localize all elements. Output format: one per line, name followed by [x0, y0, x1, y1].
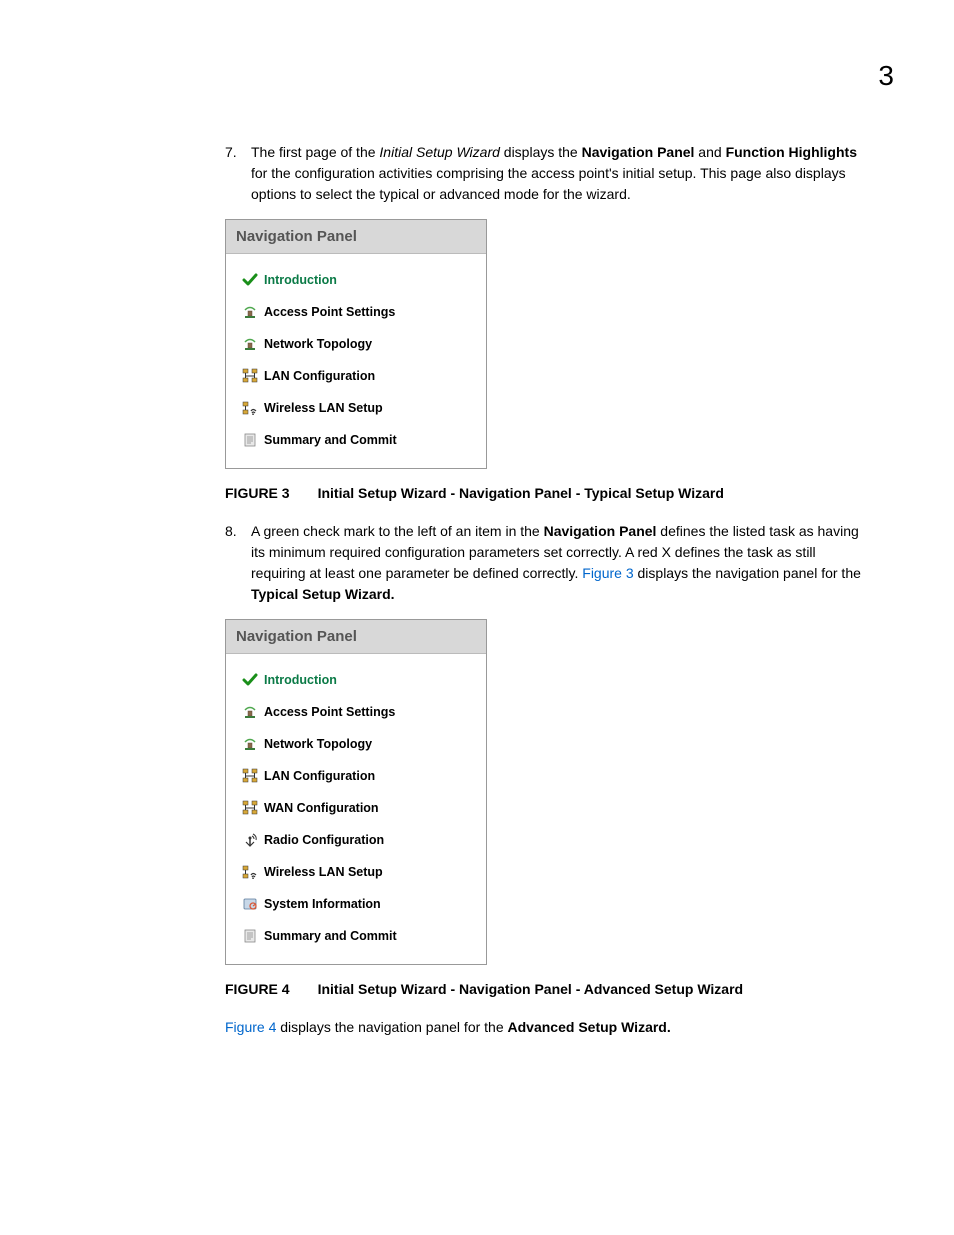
text: displays the navigation panel for the — [634, 565, 861, 581]
nav-item[interactable]: Introduction — [232, 664, 480, 696]
nav-item[interactable]: WAN Configuration — [232, 792, 480, 824]
text: The first page of the — [251, 144, 379, 160]
bold-text: Navigation Panel — [582, 144, 695, 160]
text: for the configuration activities compris… — [251, 165, 846, 202]
panel-header: Navigation Panel — [226, 220, 486, 254]
lan-icon — [238, 368, 262, 384]
figure-label: FIGURE 3 — [225, 485, 290, 501]
step-8: 8. A green check mark to the left of an … — [225, 521, 864, 605]
nav-item-label: Network Topology — [264, 337, 372, 351]
check-icon — [238, 272, 262, 288]
nav-item[interactable]: Access Point Settings — [232, 296, 480, 328]
nav-item[interactable]: Wireless LAN Setup — [232, 392, 480, 424]
navigation-panel-advanced: Navigation Panel Introduction Access Poin… — [225, 619, 487, 965]
ap-icon — [238, 736, 262, 752]
text: A green check mark to the left of an ite… — [251, 523, 544, 539]
nav-item-label: Radio Configuration — [264, 833, 384, 847]
navigation-panel-typical: Navigation Panel Introduction Access Poin… — [225, 219, 487, 469]
nav-item-label: Access Point Settings — [264, 305, 395, 319]
nav-item[interactable]: Network Topology — [232, 728, 480, 760]
lan-icon — [238, 768, 262, 784]
nav-item-label: Wireless LAN Setup — [264, 401, 383, 415]
nav-item[interactable]: Wireless LAN Setup — [232, 856, 480, 888]
step-text: The first page of the Initial Setup Wiza… — [251, 142, 864, 205]
italic-text: Initial Setup Wizard — [379, 144, 499, 160]
step-number: 7. — [225, 142, 251, 205]
panel-header: Navigation Panel — [226, 620, 486, 654]
nav-item[interactable]: LAN Configuration — [232, 760, 480, 792]
nav-item-label: Summary and Commit — [264, 433, 397, 447]
figure-4-caption: FIGURE 4 Initial Setup Wizard - Navigatio… — [225, 981, 864, 997]
bold-text: Function Highlights — [726, 144, 857, 160]
nav-item[interactable]: Introduction — [232, 264, 480, 296]
step-7: 7. The first page of the Initial Setup W… — [225, 142, 864, 205]
nav-item-label: Wireless LAN Setup — [264, 865, 383, 879]
nav-item-label: Introduction — [264, 273, 337, 287]
text: and — [694, 144, 725, 160]
nav-item-label: LAN Configuration — [264, 369, 375, 383]
wlan-icon — [238, 400, 262, 416]
nav-item[interactable]: Network Topology — [232, 328, 480, 360]
bold-text: Advanced Setup Wizard. — [508, 1019, 671, 1035]
nav-item-label: Summary and Commit — [264, 929, 397, 943]
figure-4-link[interactable]: Figure 4 — [225, 1019, 276, 1035]
nav-item[interactable]: Access Point Settings — [232, 696, 480, 728]
ap-icon — [238, 704, 262, 720]
figure-3-link[interactable]: Figure 3 — [582, 565, 633, 581]
doc-icon — [238, 432, 262, 448]
ap-icon — [238, 304, 262, 320]
nav-item-label: System Information — [264, 897, 381, 911]
nav-item-label: Access Point Settings — [264, 705, 395, 719]
page-number: 3 — [60, 60, 894, 92]
caption-text: Initial Setup Wizard - Navigation Panel … — [318, 485, 724, 501]
nav-item[interactable]: LAN Configuration — [232, 360, 480, 392]
nav-item[interactable]: Summary and Commit — [232, 424, 480, 456]
step-text: A green check mark to the left of an ite… — [251, 521, 864, 605]
text: displays the navigation panel for the — [276, 1019, 507, 1035]
caption-text: Initial Setup Wizard - Navigation Panel … — [318, 981, 744, 997]
nav-item-label: Introduction — [264, 673, 337, 687]
figure-3-caption: FIGURE 3 Initial Setup Wizard - Navigatio… — [225, 485, 864, 501]
sys-icon — [238, 896, 262, 912]
doc-icon — [238, 928, 262, 944]
check-icon — [238, 672, 262, 688]
figure-label: FIGURE 4 — [225, 981, 290, 997]
ap-icon — [238, 336, 262, 352]
bold-text: Typical Setup Wizard. — [251, 586, 395, 602]
wlan-icon — [238, 864, 262, 880]
nav-item-label: WAN Configuration — [264, 801, 379, 815]
nav-item-label: Network Topology — [264, 737, 372, 751]
bold-text: Navigation Panel — [544, 523, 657, 539]
nav-item-label: LAN Configuration — [264, 769, 375, 783]
radio-icon — [238, 832, 262, 848]
nav-item[interactable]: Summary and Commit — [232, 920, 480, 952]
nav-item[interactable]: System Information — [232, 888, 480, 920]
step-number: 8. — [225, 521, 251, 605]
text: displays the — [500, 144, 582, 160]
closing-paragraph: Figure 4 displays the navigation panel f… — [225, 1017, 864, 1038]
nav-item[interactable]: Radio Configuration — [232, 824, 480, 856]
lan-icon — [238, 800, 262, 816]
